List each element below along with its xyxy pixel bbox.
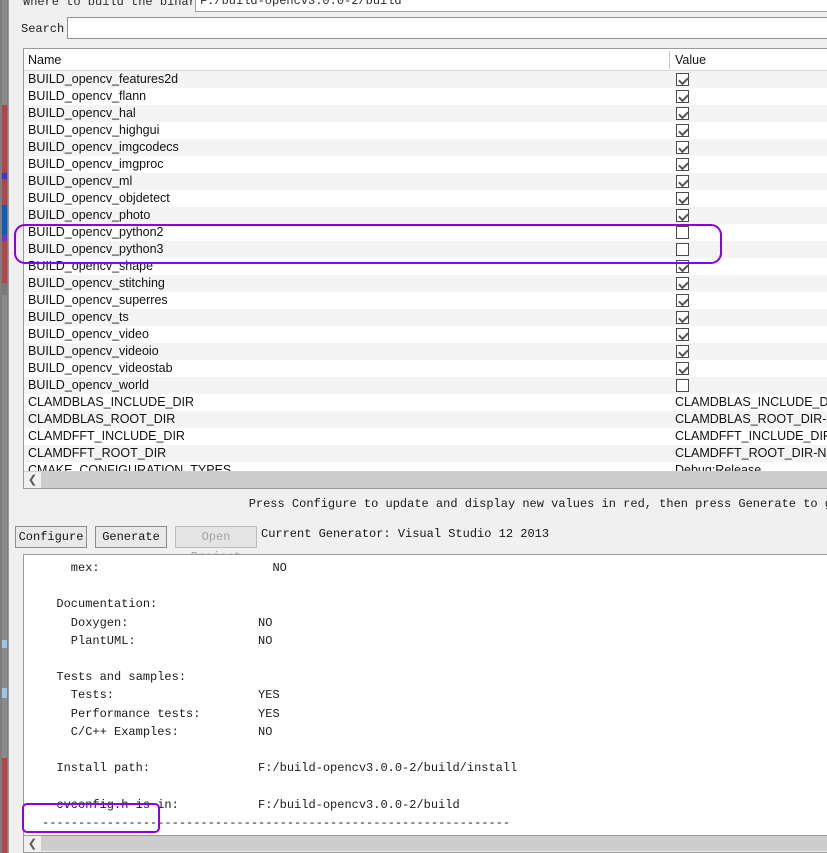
table-row[interactable]: BUILD_opencv_photo — [24, 207, 827, 224]
column-divider[interactable] — [669, 51, 670, 69]
checkbox-checked[interactable] — [676, 277, 689, 290]
cache-variable-name: CLAMDBLAS_ROOT_DIR — [28, 412, 176, 426]
cmake-gui-window: Where to build the binaries: F:/build-op… — [0, 0, 827, 853]
checkbox-unchecked[interactable] — [676, 226, 689, 239]
cache-variable-name: BUILD_opencv_highgui — [28, 123, 160, 137]
cache-variable-name: BUILD_opencv_objdetect — [28, 191, 170, 205]
search-row: Search: — [9, 14, 827, 46]
cache-variable-name: BUILD_opencv_superres — [28, 293, 168, 307]
column-header-value[interactable]: Value — [675, 53, 706, 67]
build-directory-field[interactable]: F:/build-opencv3.0.0-2/build — [195, 0, 827, 12]
build-directory-row: Where to build the binaries: F:/build-op… — [9, 0, 827, 13]
scrollbar-track[interactable] — [41, 472, 827, 488]
tree-row-list: BUILD_opencv_features2d BUILD_opencv_flan… — [24, 71, 827, 479]
cache-variable-value[interactable]: CLAMDBLAS_INCLUDE_DIR- — [675, 395, 827, 409]
scrollbar-track[interactable] — [41, 836, 827, 851]
cache-variable-name: BUILD_opencv_shape — [28, 259, 154, 273]
chevron-left-icon[interactable]: ❮ — [24, 472, 41, 488]
checkbox-checked[interactable] — [676, 328, 689, 341]
column-header-name[interactable]: Name — [28, 53, 61, 67]
cache-variable-name: BUILD_opencv_videoio — [28, 344, 159, 358]
generate-button[interactable]: Generate — [95, 526, 167, 548]
cache-variable-name: BUILD_opencv_imgcodecs — [28, 140, 179, 154]
checkbox-unchecked[interactable] — [676, 379, 689, 392]
table-row[interactable]: BUILD_opencv_videoio — [24, 343, 827, 360]
cache-variable-name: BUILD_opencv_stitching — [28, 276, 165, 290]
cache-variable-name: CLAMDFFT_INCLUDE_DIR — [28, 429, 185, 443]
cache-variable-name: BUILD_opencv_imgproc — [28, 157, 164, 171]
checkbox-checked[interactable] — [676, 90, 689, 103]
action-button-bar: Configure Generate Open Project Current … — [9, 526, 827, 564]
cache-variable-name: CLAMDFFT_ROOT_DIR — [28, 446, 167, 460]
table-row[interactable]: BUILD_opencv_objdetect — [24, 190, 827, 207]
table-row[interactable]: BUILD_opencv_ts — [24, 309, 827, 326]
tree-header: Name Value — [24, 49, 827, 71]
table-row[interactable]: BUILD_opencv_features2d — [24, 71, 827, 88]
table-row[interactable]: BUILD_opencv_ml — [24, 173, 827, 190]
tree-horizontal-scrollbar[interactable]: ❮ — [24, 471, 827, 488]
table-row[interactable]: BUILD_opencv_hal — [24, 105, 827, 122]
table-row[interactable]: BUILD_opencv_world — [24, 377, 827, 394]
checkbox-checked[interactable] — [676, 260, 689, 273]
checkbox-checked[interactable] — [676, 124, 689, 137]
output-console[interactable]: mex: NO Documentation: Doxygen: NO Plant… — [23, 554, 827, 836]
table-row[interactable]: BUILD_opencv_imgcodecs — [24, 139, 827, 156]
checkbox-checked[interactable] — [676, 362, 689, 375]
configure-button[interactable]: Configure — [15, 526, 87, 548]
hint-row: Press Configure to update and display ne… — [9, 497, 827, 515]
main-window-body: Where to build the binaries: F:/build-op… — [8, 0, 827, 853]
open-project-button: Open Project — [175, 526, 257, 564]
cache-variable-name: BUILD_opencv_ml — [28, 174, 133, 188]
table-row[interactable]: BUILD_opencv_stitching — [24, 275, 827, 292]
table-row[interactable]: CLAMDBLAS_ROOT_DIR CLAMDBLAS_ROOT_DIR-NO — [24, 411, 827, 428]
checkbox-unchecked[interactable] — [676, 243, 689, 256]
checkbox-checked[interactable] — [676, 192, 689, 205]
cache-variable-name: BUILD_opencv_python2 — [28, 225, 164, 239]
console-horizontal-scrollbar[interactable]: ❮ — [23, 836, 827, 853]
table-row[interactable]: CLAMDBLAS_INCLUDE_DIR CLAMDBLAS_INCLUDE_D… — [24, 394, 827, 411]
table-row[interactable]: BUILD_opencv_python2 — [24, 224, 827, 241]
checkbox-checked[interactable] — [676, 345, 689, 358]
checkbox-checked[interactable] — [676, 175, 689, 188]
table-row[interactable]: BUILD_opencv_python3 — [24, 241, 827, 258]
cache-variable-name: BUILD_opencv_features2d — [28, 72, 179, 86]
table-row[interactable]: BUILD_opencv_videostab — [24, 360, 827, 377]
cache-variables-tree[interactable]: Name Value BUILD_opencv_features2d BUILD_… — [23, 48, 827, 489]
cache-variable-name: CLAMDBLAS_INCLUDE_DIR — [28, 395, 195, 409]
checkbox-checked[interactable] — [676, 107, 689, 120]
table-row[interactable]: BUILD_opencv_imgproc — [24, 156, 827, 173]
current-generator-label: Current Generator: Visual Studio 12 2013 — [261, 527, 550, 541]
hint-text: Press Configure to update and display ne… — [248, 497, 827, 511]
cache-variable-value[interactable]: CLAMDBLAS_ROOT_DIR-NO — [675, 412, 827, 426]
checkbox-checked[interactable] — [676, 141, 689, 154]
cache-variable-name: BUILD_opencv_photo — [28, 208, 151, 222]
checkbox-checked[interactable] — [676, 311, 689, 324]
table-row[interactable]: CLAMDFFT_ROOT_DIR CLAMDFFT_ROOT_DIR-NOTF — [24, 445, 827, 462]
chevron-left-icon[interactable]: ❮ — [24, 836, 41, 852]
table-row[interactable]: BUILD_opencv_superres — [24, 292, 827, 309]
table-row[interactable]: BUILD_opencv_highgui — [24, 122, 827, 139]
cache-variable-name: BUILD_opencv_python3 — [28, 242, 164, 256]
table-row[interactable]: BUILD_opencv_shape — [24, 258, 827, 275]
checkbox-checked[interactable] — [676, 158, 689, 171]
cache-variable-value[interactable]: CLAMDFFT_ROOT_DIR-NOTF — [675, 446, 827, 460]
build-directory-value: F:/build-opencv3.0.0-2/build — [200, 0, 402, 8]
checkbox-checked[interactable] — [676, 209, 689, 222]
cache-variable-name: BUILD_opencv_ts — [28, 310, 129, 324]
search-label: Search: — [21, 22, 72, 36]
table-row[interactable]: BUILD_opencv_video — [24, 326, 827, 343]
cache-variable-name: BUILD_opencv_videostab — [28, 361, 173, 375]
table-row[interactable]: CLAMDFFT_INCLUDE_DIR CLAMDFFT_INCLUDE_DIR… — [24, 428, 827, 445]
background-window-sliver — [0, 0, 8, 853]
checkbox-checked[interactable] — [676, 73, 689, 86]
cache-variable-name: BUILD_opencv_flann — [28, 89, 147, 103]
search-input[interactable] — [67, 17, 827, 39]
checkbox-checked[interactable] — [676, 294, 689, 307]
cache-variable-name: BUILD_opencv_hal — [28, 106, 136, 120]
console-text: mex: NO Documentation: Doxygen: NO Plant… — [42, 561, 518, 830]
cache-variable-name: BUILD_opencv_video — [28, 327, 149, 341]
cache-variable-name: BUILD_opencv_world — [28, 378, 149, 392]
table-row[interactable]: BUILD_opencv_flann — [24, 88, 827, 105]
cache-variable-value[interactable]: CLAMDFFT_INCLUDE_DIR-N — [675, 429, 827, 443]
